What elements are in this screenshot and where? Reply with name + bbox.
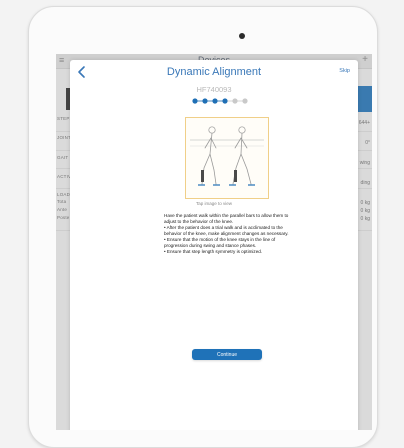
background-row-label: Ante <box>57 207 68 212</box>
instruction-bullet: • After the patient does a trial walk an… <box>164 224 289 236</box>
skip-button[interactable]: Skip <box>339 68 350 74</box>
step-dot <box>232 98 238 104</box>
background-row-label: LOAD <box>57 192 71 197</box>
background-row-label: GAIT <box>57 155 69 160</box>
step-dot <box>192 98 198 104</box>
step-dot <box>212 98 218 104</box>
device-serial: HF740093 <box>196 85 232 94</box>
continue-button[interactable]: Continue <box>192 349 262 360</box>
plus-icon[interactable]: + <box>362 54 368 65</box>
step-dot <box>202 98 208 104</box>
app-screen: ≡ Devices + STEPS 644+ JOINT 0° GAIT win… <box>56 54 372 430</box>
dynamic-alignment-modal: Dynamic Alignment Skip HF740093 Tap imag… <box>70 60 358 430</box>
image-caption: Tap image to view <box>195 201 233 206</box>
background-row-label: Tota <box>57 199 67 204</box>
walking-patient-illustration <box>190 126 264 186</box>
background-blue-panel <box>356 86 372 112</box>
background-row-label: JOINT <box>57 135 71 140</box>
instruction-paragraph: Have the patient walk within the paralle… <box>164 213 289 224</box>
modal-title: Dynamic Alignment <box>166 66 262 78</box>
instruction-bullet: • Ensure that step length symmetry is op… <box>164 248 263 254</box>
gait-illustration[interactable] <box>185 117 269 199</box>
instruction-bullet: • Ensure that the motion of the knee sta… <box>164 236 276 248</box>
step-dot <box>222 98 228 104</box>
background-row-label: Poste <box>57 215 70 220</box>
step-dot <box>242 98 248 104</box>
instructions-text: Have the patient walk within the paralle… <box>164 213 294 255</box>
tablet-camera <box>239 33 245 39</box>
step-progress-indicator <box>192 98 248 104</box>
